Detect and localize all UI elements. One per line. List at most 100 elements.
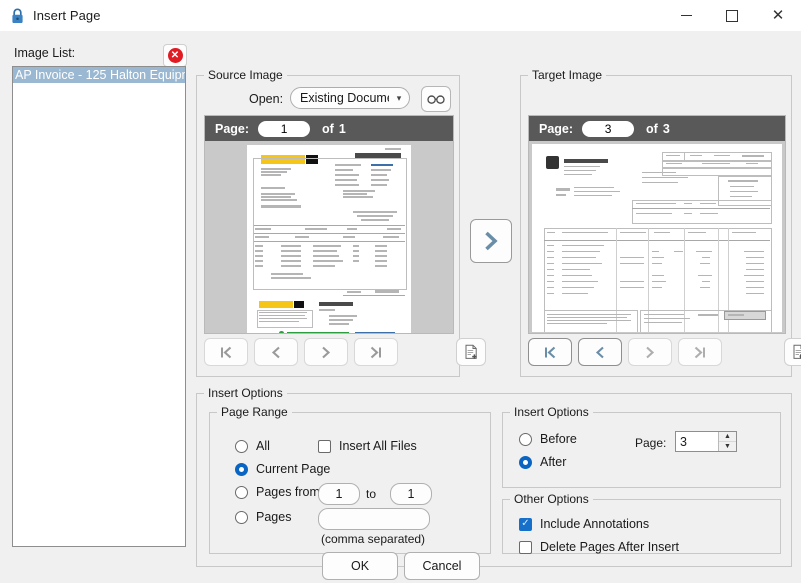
- target-next-page-button[interactable]: [628, 338, 672, 366]
- insert-page-label: Page:: [635, 436, 667, 450]
- target-image-group-title: Target Image: [528, 68, 607, 82]
- source-first-page-button[interactable]: [204, 338, 248, 366]
- title-bar: Insert Page ✕: [0, 0, 801, 31]
- other-options-group-title: Other Options: [510, 492, 593, 506]
- lock-icon: [9, 7, 25, 25]
- first-page-icon: [221, 346, 232, 358]
- minimize-button[interactable]: [663, 0, 709, 31]
- source-viewer-header: Page: 1 of 1: [205, 116, 453, 141]
- radio-before-label: Before: [540, 432, 577, 446]
- checkbox-insert-all-files-label: Insert All Files: [339, 439, 417, 453]
- previous-page-icon: [595, 346, 604, 358]
- radio-after-indicator: [519, 455, 532, 469]
- image-list-label: Image List:: [14, 46, 76, 60]
- add-document-icon: [465, 344, 477, 359]
- close-icon: ✕: [771, 7, 785, 24]
- pages-to-input[interactable]: 1: [390, 483, 432, 505]
- checkbox-include-annotations-label: Include Annotations: [540, 517, 650, 531]
- page-range-group-title: Page Range: [217, 405, 292, 419]
- target-first-page-button[interactable]: [528, 338, 572, 366]
- chevron-right-icon: [485, 231, 498, 251]
- radio-pages-indicator: [235, 510, 248, 524]
- radio-pages-from-label: Pages from: [256, 485, 320, 499]
- pages-list-input[interactable]: [318, 508, 430, 530]
- radio-pages-from[interactable]: Pages from: [235, 485, 320, 499]
- checkbox-insert-all-files[interactable]: Insert All Files: [318, 439, 417, 453]
- target-image-viewer: Page: 3 of 3: [528, 115, 786, 334]
- radio-all-label: All: [256, 439, 270, 453]
- checkbox-delete-pages-indicator: [519, 540, 532, 554]
- source-nav-bar: [204, 338, 486, 366]
- radio-all[interactable]: All: [235, 439, 270, 453]
- insert-position-group-title: Insert Options: [510, 405, 593, 419]
- close-button[interactable]: ✕: [755, 0, 801, 31]
- checkbox-include-annotations-indicator: [519, 517, 532, 531]
- next-page-icon: [322, 346, 331, 358]
- source-total-pages: 1: [338, 121, 346, 136]
- insert-page-spinner[interactable]: 3 ▲ ▼: [675, 431, 737, 452]
- target-previous-page-button[interactable]: [578, 338, 622, 366]
- minimize-icon: [680, 15, 692, 16]
- other-options-group: Other Options Include Annotations Delete…: [502, 492, 781, 554]
- clear-image-list-button[interactable]: ✕: [163, 44, 187, 67]
- open-label: Open:: [249, 92, 284, 106]
- radio-current-page-label: Current Page: [256, 462, 331, 476]
- radio-before[interactable]: Before: [519, 432, 577, 446]
- target-last-page-button[interactable]: [678, 338, 722, 366]
- insert-page-value: 3: [680, 434, 687, 449]
- radio-after-label: After: [540, 455, 567, 469]
- target-of-label: of: [646, 121, 658, 136]
- binoculars-icon: [427, 94, 445, 104]
- target-viewer-header: Page: 3 of 3: [529, 116, 785, 141]
- transfer-to-target-button[interactable]: [470, 219, 512, 263]
- pages-from-input[interactable]: 1: [318, 483, 360, 505]
- radio-before-indicator: [519, 432, 532, 446]
- ok-button[interactable]: OK: [322, 552, 398, 580]
- source-image-group-title: Source Image: [204, 68, 287, 82]
- page-range-group: Page Range All Insert All Files Current …: [209, 405, 491, 554]
- checkbox-delete-pages-label: Delete Pages After Insert: [540, 540, 679, 554]
- source-next-page-button[interactable]: [304, 338, 348, 366]
- spinner-up-icon[interactable]: ▲: [719, 432, 736, 442]
- maximize-button[interactable]: [709, 0, 755, 31]
- open-source-value: Existing Document: [300, 91, 389, 105]
- source-page-input[interactable]: 1: [258, 120, 311, 137]
- list-item[interactable]: AP Invoice - 125 Halton Equipment: [13, 67, 185, 83]
- target-nav-bar: [528, 338, 801, 366]
- radio-current-page[interactable]: Current Page: [235, 462, 330, 476]
- image-list[interactable]: AP Invoice - 125 Halton Equipment: [12, 66, 186, 547]
- source-of-label: of: [322, 121, 334, 136]
- source-previous-page-button[interactable]: [254, 338, 298, 366]
- source-add-document-button[interactable]: [456, 338, 486, 366]
- cancel-button[interactable]: Cancel: [404, 552, 480, 580]
- radio-all-indicator: [235, 439, 248, 453]
- browse-source-button[interactable]: [421, 86, 451, 112]
- remove-document-icon: [793, 344, 801, 360]
- source-last-page-button[interactable]: [354, 338, 398, 366]
- checkbox-include-annotations[interactable]: Include Annotations: [519, 517, 649, 531]
- target-remove-document-button[interactable]: [784, 338, 801, 366]
- source-page-preview: [247, 145, 411, 333]
- last-page-icon: [694, 346, 705, 358]
- window-controls: ✕: [663, 0, 801, 31]
- checkbox-delete-pages-after-insert[interactable]: Delete Pages After Insert: [519, 540, 679, 554]
- next-page-icon: [646, 346, 655, 358]
- target-page-input[interactable]: 3: [582, 120, 635, 137]
- open-source-select[interactable]: Existing Document ▾: [290, 87, 410, 109]
- radio-pages[interactable]: Pages: [235, 510, 291, 524]
- last-page-icon: [370, 346, 381, 358]
- target-page-label: Page:: [539, 121, 574, 136]
- radio-after[interactable]: After: [519, 455, 566, 469]
- insert-options-group-title: Insert Options: [204, 386, 287, 400]
- checkbox-insert-all-files-indicator: [318, 439, 331, 453]
- target-page-preview: [532, 144, 782, 332]
- source-image-viewer: Page: 1 of 1: [204, 115, 454, 334]
- previous-page-icon: [271, 346, 280, 358]
- radio-pages-label: Pages: [256, 510, 292, 524]
- insert-position-group: Insert Options Before After Page: 3 ▲ ▼: [502, 405, 781, 488]
- window-title: Insert Page: [33, 8, 101, 23]
- first-page-icon: [545, 346, 556, 358]
- spinner-down-icon[interactable]: ▼: [719, 442, 736, 451]
- radio-current-page-indicator: [235, 462, 248, 476]
- chevron-down-icon: ▾: [396, 92, 402, 103]
